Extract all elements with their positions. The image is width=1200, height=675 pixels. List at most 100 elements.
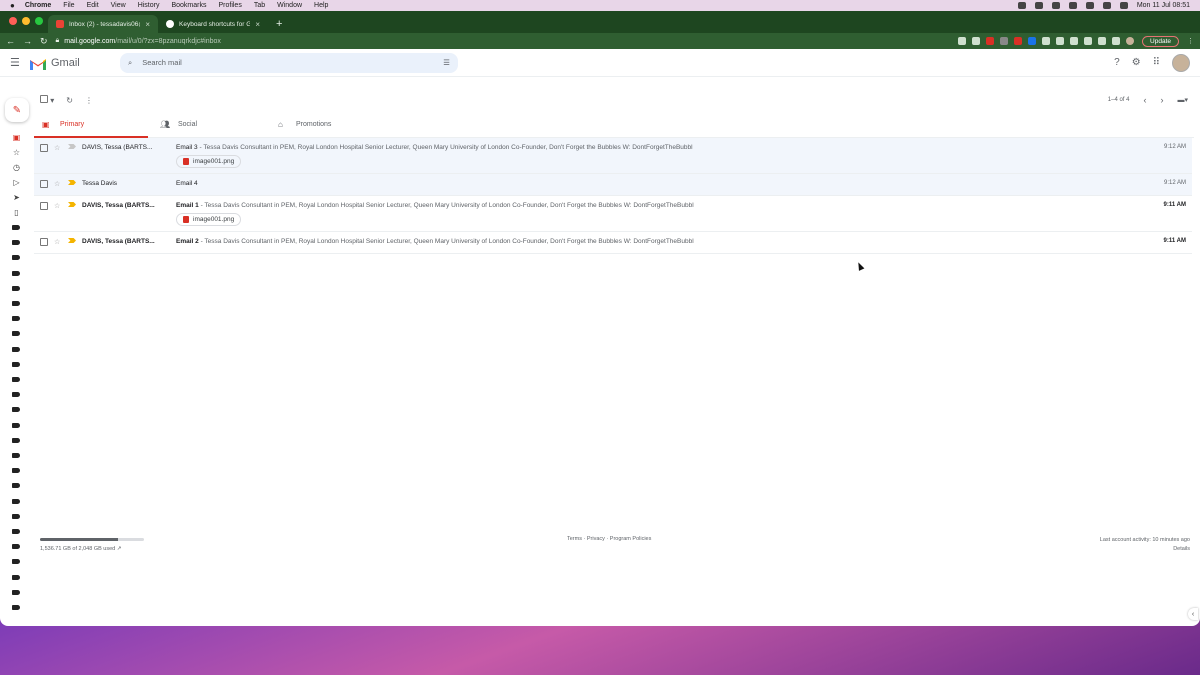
- label-icon[interactable]: [12, 513, 20, 519]
- apple-icon[interactable]: ●: [10, 1, 15, 10]
- menu-view[interactable]: View: [111, 2, 126, 9]
- profile-avatar-icon[interactable]: [1126, 37, 1135, 45]
- lock-icon[interactable]: 🔒︎: [56, 37, 60, 45]
- extension-icon[interactable]: [1042, 37, 1051, 45]
- extension-icon[interactable]: [1028, 37, 1037, 45]
- settings-gear-icon[interactable]: ⚙: [1132, 57, 1141, 68]
- menu-tab[interactable]: Tab: [254, 2, 265, 9]
- label-icon[interactable]: [12, 392, 20, 398]
- input-tools-icon[interactable]: ▬▾: [1177, 96, 1188, 104]
- puzzle-icon[interactable]: [1084, 37, 1093, 45]
- menu-history[interactable]: History: [138, 2, 160, 9]
- inbox-icon[interactable]: ▣: [12, 133, 21, 142]
- menu-bookmarks[interactable]: Bookmarks: [171, 2, 206, 9]
- label-icon[interactable]: [12, 437, 20, 443]
- label-icon[interactable]: [12, 468, 20, 474]
- search-input[interactable]: [142, 58, 434, 67]
- label-icon[interactable]: [12, 574, 20, 580]
- send-icon[interactable]: ➤: [12, 193, 21, 202]
- row-checkbox[interactable]: [40, 180, 48, 188]
- label-icon[interactable]: [12, 529, 20, 534]
- apps-grid-icon[interactable]: ⠿: [1153, 57, 1160, 68]
- label-icon[interactable]: [12, 285, 20, 291]
- extension-icon[interactable]: [986, 37, 995, 45]
- share-icon[interactable]: [958, 37, 967, 45]
- extension-icon[interactable]: [1000, 37, 1009, 45]
- search-icon[interactable]: [1102, 2, 1111, 9]
- more-actions-icon[interactable]: ⋮: [85, 96, 93, 105]
- label-icon[interactable]: [12, 255, 20, 261]
- extension-icon[interactable]: [1070, 37, 1079, 45]
- importance-marker-icon[interactable]: [68, 238, 76, 243]
- bookmark-star-icon[interactable]: [972, 37, 981, 45]
- footer-links[interactable]: Terms · Privacy · Program Policies: [567, 536, 651, 542]
- menu-window[interactable]: Window: [277, 2, 302, 9]
- cast-icon[interactable]: [1098, 37, 1107, 45]
- close-tab-icon[interactable]: ×: [255, 20, 260, 29]
- label-icon[interactable]: [12, 498, 20, 504]
- select-all-checkbox[interactable]: ▾: [40, 95, 54, 105]
- help-icon[interactable]: ?: [1114, 57, 1120, 68]
- label-icon[interactable]: [12, 544, 20, 550]
- search-icon[interactable]: ⌕: [128, 58, 132, 68]
- status-app-icon[interactable]: [1017, 2, 1026, 9]
- label-icon[interactable]: [12, 301, 20, 306]
- star-icon[interactable]: ☆: [54, 238, 68, 246]
- battery-icon[interactable]: [1068, 2, 1077, 9]
- zoom-window-icon[interactable]: [35, 17, 43, 25]
- compose-button[interactable]: ✎: [5, 98, 29, 122]
- label-icon[interactable]: [12, 346, 20, 352]
- label-icon[interactable]: [12, 361, 20, 367]
- star-icon[interactable]: ☆: [54, 144, 68, 152]
- reload-icon[interactable]: ↻: [40, 36, 48, 47]
- clock-icon[interactable]: ◷: [12, 163, 21, 172]
- label-icon[interactable]: [12, 605, 20, 610]
- importance-marker-icon[interactable]: [68, 180, 76, 185]
- tab-social[interactable]: 👥︎ Social: [152, 112, 270, 137]
- star-icon[interactable]: ☆: [12, 148, 21, 157]
- label-icon[interactable]: [12, 483, 20, 489]
- label-icon[interactable]: [12, 240, 20, 246]
- details-link[interactable]: Details: [1100, 545, 1190, 554]
- update-button[interactable]: Update: [1142, 35, 1179, 47]
- menu-profiles[interactable]: Profiles: [218, 2, 241, 9]
- label-icon[interactable]: [12, 377, 20, 382]
- label-icon[interactable]: [12, 589, 20, 595]
- important-icon[interactable]: ▷: [12, 178, 21, 187]
- tab-primary[interactable]: ▣ Primary: [34, 112, 152, 138]
- tab-promotions[interactable]: ⌂ Promotions: [270, 112, 388, 137]
- menu-help[interactable]: Help: [314, 2, 328, 9]
- importance-marker-icon[interactable]: [68, 202, 76, 207]
- extension-icon[interactable]: [1014, 37, 1023, 45]
- attachment-chip[interactable]: image001.png: [176, 155, 242, 168]
- control-center-icon[interactable]: [1119, 2, 1128, 9]
- menu-chrome[interactable]: Chrome: [25, 2, 51, 9]
- email-row[interactable]: ☆ DAVIS, Tessa (BARTS... Email 1 - Tessa…: [34, 196, 1192, 232]
- label-icon[interactable]: [12, 331, 20, 337]
- row-checkbox[interactable]: [40, 238, 48, 246]
- star-icon[interactable]: ☆: [54, 202, 68, 210]
- star-icon[interactable]: ☆: [54, 180, 68, 188]
- email-row[interactable]: ☆ DAVIS, Tessa (BARTS... Email 2 - Tessa…: [34, 232, 1192, 254]
- label-icon[interactable]: [12, 316, 20, 322]
- label-icon[interactable]: [12, 453, 20, 458]
- more-menu-icon[interactable]: ⋮: [1187, 37, 1194, 45]
- open-storage-icon[interactable]: ↗: [117, 546, 122, 552]
- label-icon[interactable]: [12, 270, 20, 276]
- address-bar[interactable]: 🔒︎ mail.google.com/mail/u/0/?zx=8pzanuqr…: [56, 37, 950, 45]
- gmail-logo[interactable]: Gmail: [30, 57, 120, 70]
- close-window-icon[interactable]: [9, 17, 17, 25]
- search-options-icon[interactable]: ☰: [443, 58, 450, 67]
- menu-file[interactable]: File: [63, 2, 74, 9]
- next-page-icon[interactable]: ›: [1160, 95, 1163, 105]
- row-checkbox[interactable]: [40, 144, 48, 152]
- wifi-icon[interactable]: [1085, 2, 1094, 9]
- close-tab-icon[interactable]: ×: [145, 20, 150, 29]
- row-checkbox[interactable]: [40, 202, 48, 210]
- importance-marker-icon[interactable]: [68, 144, 76, 149]
- browser-tab-shortcuts[interactable]: Keyboard shortcuts for Gmail ×: [158, 15, 268, 33]
- status-app-icon[interactable]: [1051, 2, 1060, 9]
- email-row[interactable]: ☆ Tessa Davis Email 4 9:12 AM: [34, 174, 1192, 196]
- minimize-window-icon[interactable]: [22, 17, 30, 25]
- main-menu-icon[interactable]: ☰: [10, 56, 30, 69]
